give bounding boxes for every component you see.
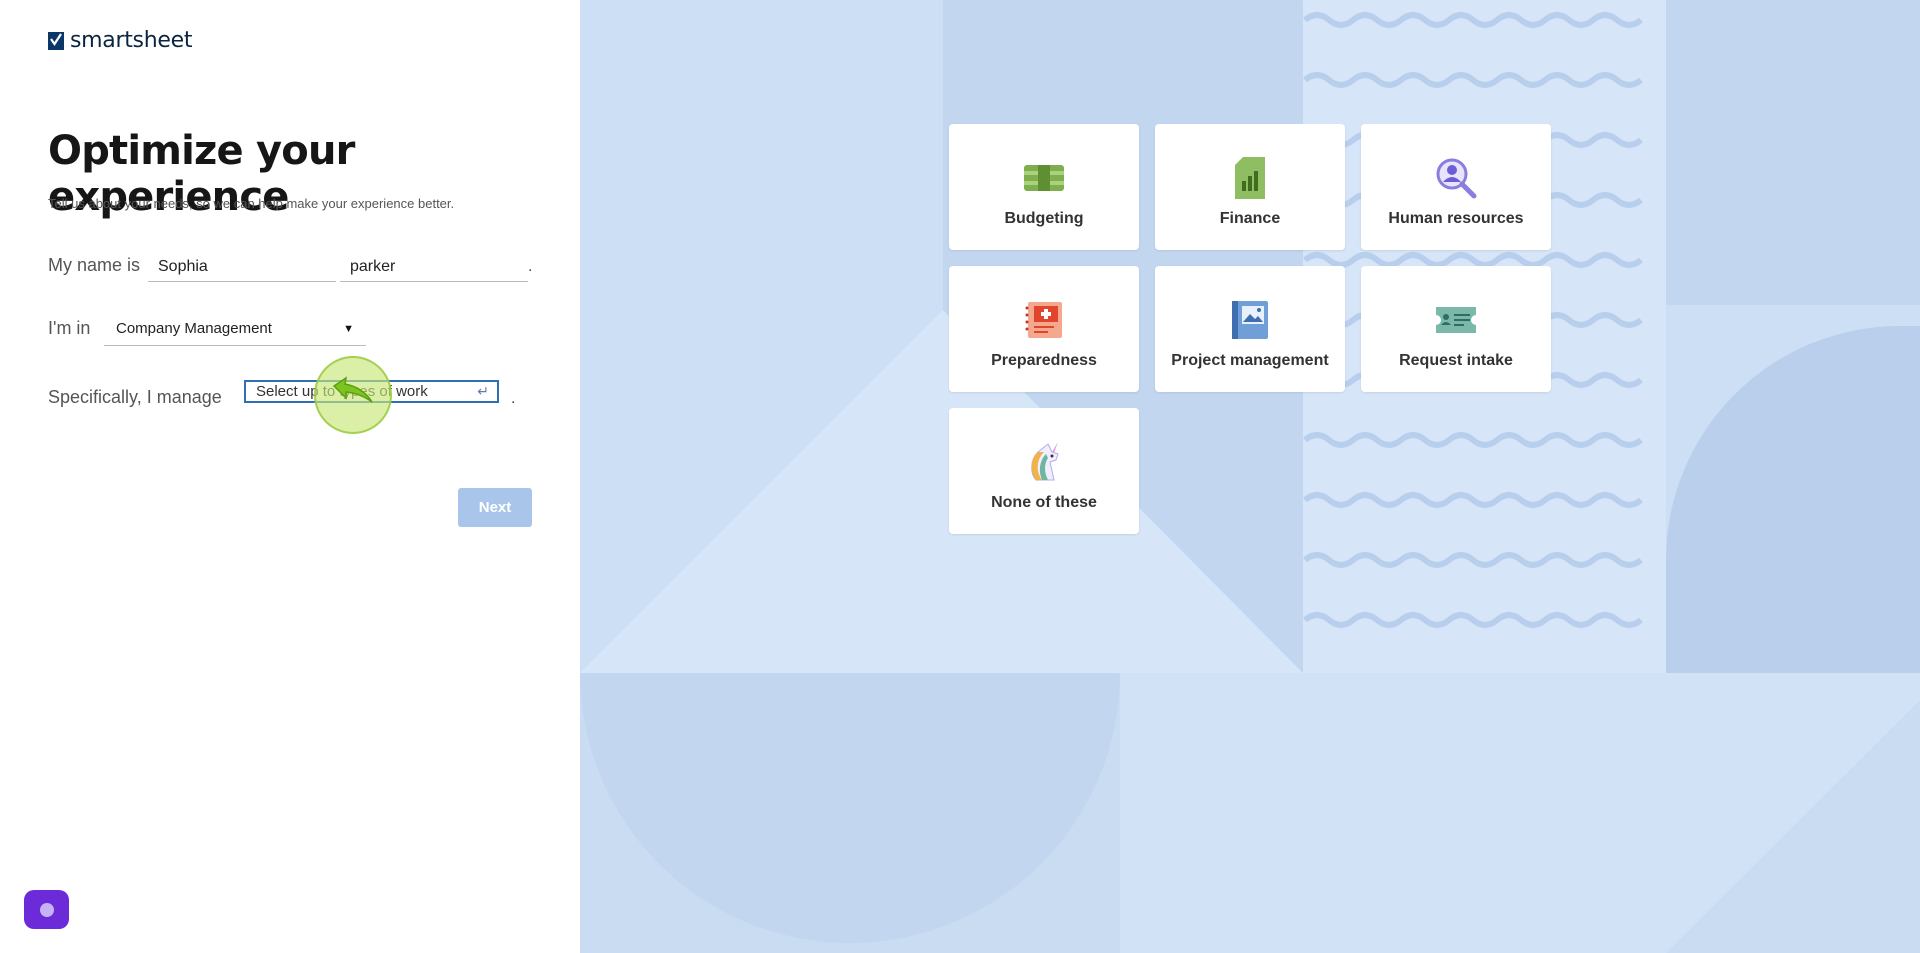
work-type-panel: Budgeting Finance Human resources Prepar… xyxy=(580,0,1920,953)
name-period: . xyxy=(528,258,533,275)
work-type-card-preparedness[interactable]: Preparedness xyxy=(949,266,1139,392)
enter-icon: ↵ xyxy=(477,383,489,399)
smartsheet-logo-icon xyxy=(48,31,64,50)
cursor-arrow-icon xyxy=(332,376,373,403)
next-button[interactable]: Next xyxy=(458,488,532,527)
ticket-icon xyxy=(1434,298,1478,342)
work-type-card-budgeting[interactable]: Budgeting xyxy=(949,124,1139,250)
manage-period: . xyxy=(511,390,516,407)
work-type-label: Human resources xyxy=(1388,210,1524,227)
first-aid-notebook-icon xyxy=(1022,298,1066,342)
industry-label: I'm in xyxy=(48,318,91,338)
work-type-card-project-management[interactable]: Project management xyxy=(1155,266,1345,392)
work-type-label: Budgeting xyxy=(1004,210,1084,227)
chat-icon xyxy=(39,902,54,917)
work-type-card-none[interactable]: None of these xyxy=(949,408,1139,534)
image-notebook-icon xyxy=(1228,298,1272,342)
name-label: My name is xyxy=(48,255,141,275)
page-subtitle: Tell us about your needs, so we can help… xyxy=(48,196,455,211)
logo-text: smartsheet xyxy=(70,28,193,53)
smartsheet-logo: smartsheet xyxy=(48,28,192,53)
onboarding-form-panel: smartsheet Optimize your experience Tell… xyxy=(0,0,580,953)
last-name-input[interactable] xyxy=(340,252,528,282)
money-stack-icon xyxy=(1022,156,1066,200)
work-type-card-finance[interactable]: Finance xyxy=(1155,124,1345,250)
chat-launcher-button[interactable] xyxy=(24,890,69,929)
click-indicator xyxy=(314,356,392,434)
finance-doc-icon xyxy=(1228,156,1272,200)
work-type-label: Preparedness xyxy=(991,352,1097,369)
caret-down-icon: ▼ xyxy=(343,322,354,335)
work-type-label: None of these xyxy=(991,494,1097,511)
work-type-label: Project management xyxy=(1171,352,1329,369)
work-type-label: Request intake xyxy=(1399,352,1513,369)
person-search-icon xyxy=(1434,156,1478,200)
work-type-card-request-intake[interactable]: Request intake xyxy=(1361,266,1551,392)
unicorn-icon xyxy=(1022,440,1066,484)
work-type-card-human-resources[interactable]: Human resources xyxy=(1361,124,1551,250)
manage-label: Specifically, I manage xyxy=(48,387,222,407)
work-type-label: Finance xyxy=(1219,210,1281,227)
industry-select[interactable]: Company Management ▼ xyxy=(104,312,366,346)
industry-select-value: Company Management xyxy=(116,320,272,337)
first-name-input[interactable] xyxy=(148,252,336,282)
